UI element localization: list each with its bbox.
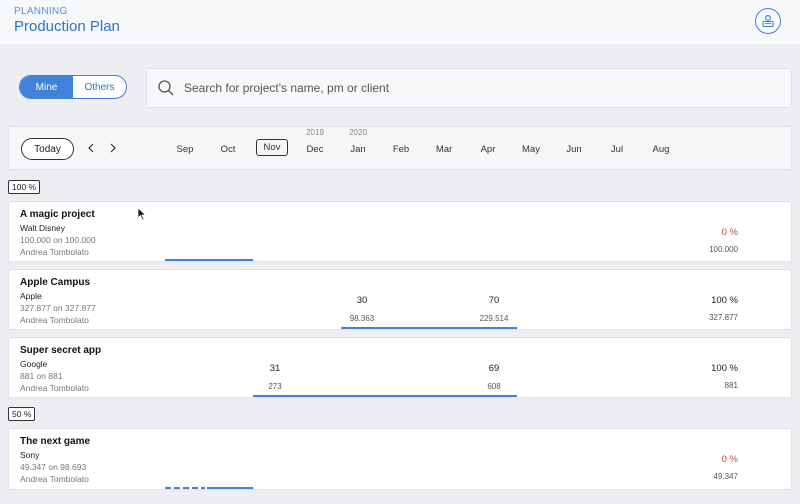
allocation-bar (341, 327, 517, 329)
timeline-bar: Today 2019 2020 Sep Oct Nov Dec Jan Feb … (8, 126, 792, 170)
search-input[interactable] (184, 81, 764, 95)
project-name: A magic project (20, 209, 95, 220)
chevron-right-icon (110, 143, 116, 153)
allocation-percent: 100 % (711, 363, 738, 374)
year-label-2019: 2019 (306, 128, 324, 137)
project-client: Apple (20, 291, 42, 301)
group-badge: 50 % (8, 407, 36, 421)
month-amount: 229.514 (479, 314, 509, 323)
project-card[interactable]: The next game Sony 49.347 on 98.693 Andr… (8, 428, 792, 490)
allocation-bar (207, 487, 253, 489)
allocation-percent: 100 % (711, 295, 738, 306)
month-sep[interactable]: Sep (165, 144, 205, 155)
project-manager: Andrea Tombolato (20, 383, 89, 393)
project-client: Walt Disney (20, 223, 66, 233)
project-total: 881 (724, 381, 738, 390)
project-name: Super secret app (20, 345, 102, 356)
month-value: 69 (488, 363, 500, 374)
month-amount: 98.363 (349, 314, 375, 323)
month-amount: 608 (487, 382, 501, 391)
month-amount: 273 (268, 382, 282, 391)
filter-others-button[interactable]: Others (73, 76, 126, 98)
allocation-percent: 0 % (721, 227, 738, 238)
project-manager: Andrea Tombolato (20, 474, 89, 484)
month-jul[interactable]: Jul (597, 144, 637, 155)
search-icon (158, 80, 174, 96)
project-client: Google (20, 359, 48, 369)
project-budget: 327.877 on 327.877 (20, 303, 96, 313)
project-card[interactable]: Apple Campus Apple 327.877 on 327.877 An… (8, 269, 792, 330)
group-badge: 100 % (8, 180, 41, 194)
month-mar[interactable]: Mar (424, 144, 464, 155)
month-aug[interactable]: Aug (641, 144, 681, 155)
project-card[interactable]: A magic project Walt Disney 100.000 on 1… (8, 201, 792, 262)
project-budget: 100.000 on 100.000 (20, 235, 96, 245)
project-name: The next game (20, 436, 91, 447)
project-manager: Andrea Tombolato (20, 315, 89, 325)
month-jan[interactable]: Jan (338, 144, 378, 155)
project-total: 100.000 (709, 245, 738, 254)
month-nov[interactable]: Nov (256, 139, 288, 156)
month-value: 30 (356, 295, 368, 306)
user-icon (762, 15, 774, 28)
section-eyebrow: PLANNING (14, 6, 68, 17)
month-value: 70 (488, 295, 500, 306)
ownership-toggle: Mine Others (19, 75, 127, 99)
project-budget: 881 on 881 (20, 371, 63, 381)
project-card[interactable]: Super secret app Google 881 on 881 Andre… (8, 337, 792, 398)
allocation-percent: 0 % (721, 454, 738, 465)
year-label-2020: 2020 (349, 128, 367, 137)
allocation-bar (165, 259, 253, 261)
search-bar (146, 68, 792, 108)
project-total: 49.347 (713, 472, 738, 481)
project-total: 327.877 (709, 313, 738, 322)
profile-button[interactable] (755, 8, 781, 34)
project-manager: Andrea Tombolato (20, 247, 89, 257)
page-title: Production Plan (14, 18, 120, 35)
mouse-cursor-icon (137, 207, 147, 221)
month-oct[interactable]: Oct (208, 144, 248, 155)
project-client: Sony (20, 450, 40, 460)
month-feb[interactable]: Feb (381, 144, 421, 155)
month-jun[interactable]: Jun (554, 144, 594, 155)
project-name: Apple Campus (20, 277, 91, 288)
allocation-bar (253, 395, 517, 397)
next-period-button[interactable] (106, 140, 120, 156)
month-may[interactable]: May (511, 144, 551, 155)
filter-mine-button[interactable]: Mine (20, 76, 73, 98)
chevron-left-icon (88, 143, 94, 153)
month-dec[interactable]: Dec (295, 144, 335, 155)
prev-period-button[interactable] (84, 140, 98, 156)
allocation-bar-partial (165, 487, 205, 489)
month-apr[interactable]: Apr (468, 144, 508, 155)
month-value: 31 (269, 363, 281, 374)
project-budget: 49.347 on 98.693 (20, 462, 87, 472)
today-button[interactable]: Today (21, 138, 74, 160)
top-bar: PLANNING Production Plan (0, 0, 800, 44)
